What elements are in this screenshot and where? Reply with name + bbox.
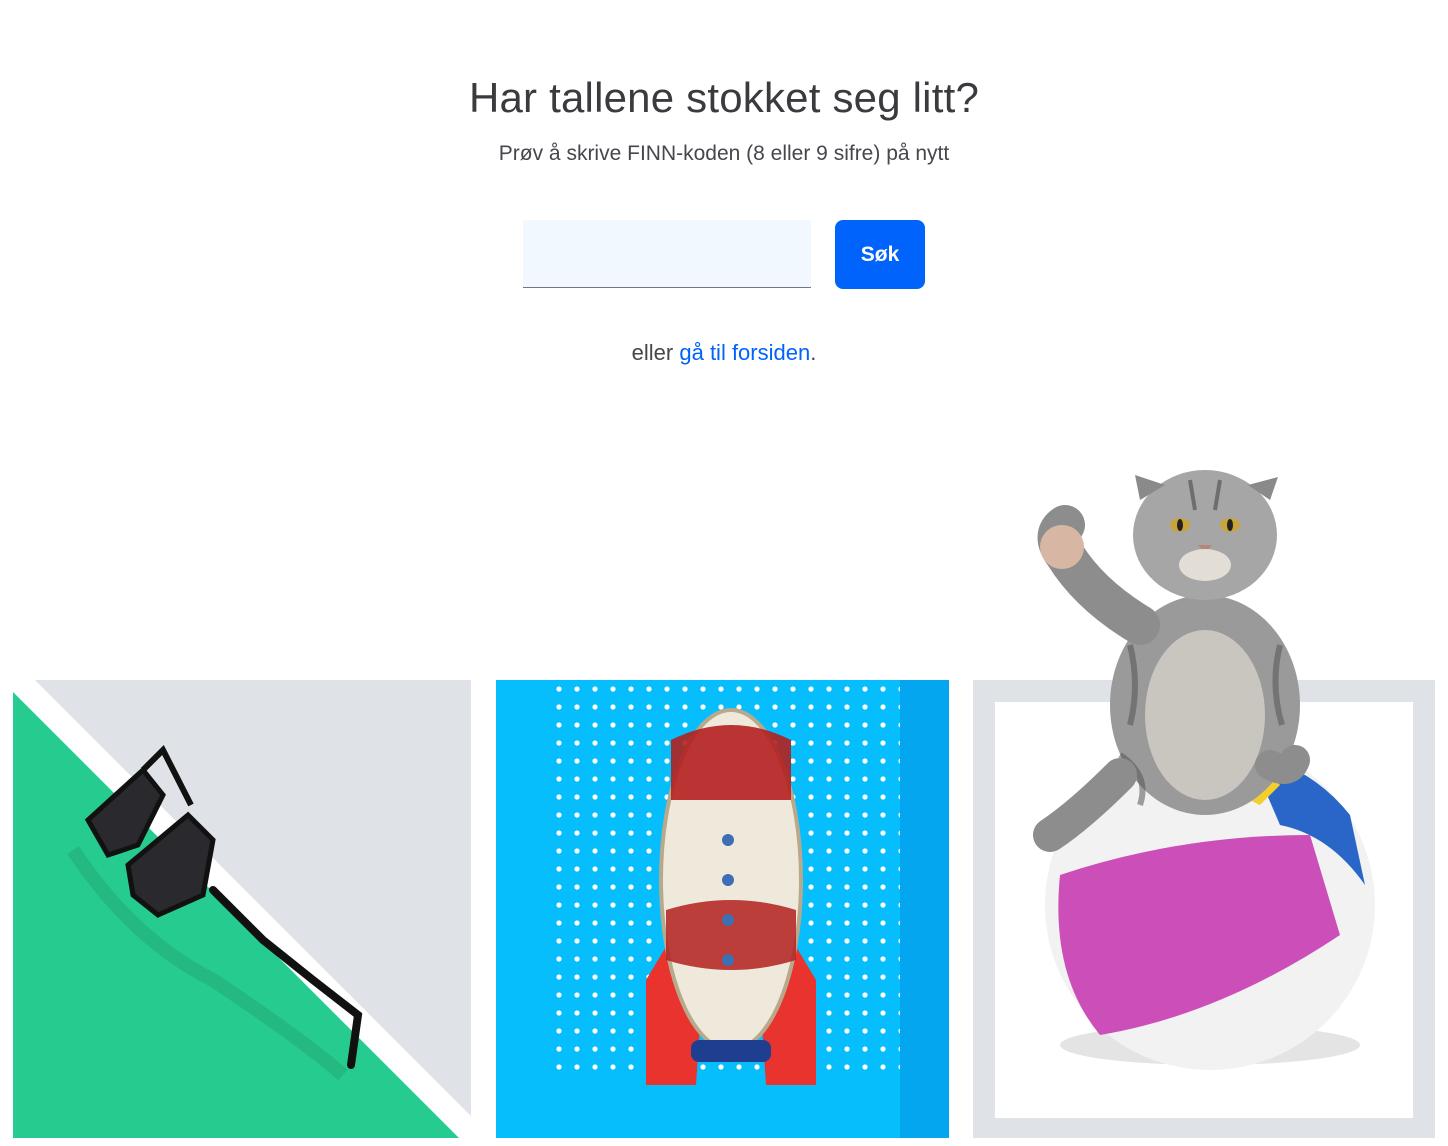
not-found-page: Har tallene stokket seg litt? Prøv å skr…	[0, 0, 1448, 1146]
sunglasses-image	[13, 680, 471, 1138]
alternative-suffix: .	[810, 340, 817, 365]
alternative-prefix: eller	[631, 340, 674, 365]
finn-code-input[interactable]	[523, 220, 811, 288]
page-subtitle: Prøv å skrive FINN-koden (8 eller 9 sifr…	[498, 142, 950, 165]
search-button[interactable]: Søk	[835, 220, 925, 289]
frontpage-link[interactable]: gå til forsiden	[679, 340, 810, 365]
rocket-toy-image	[496, 680, 949, 1138]
cat-on-beach-ball-image	[1020, 455, 1380, 1075]
page-title: Har tallene stokket seg litt?	[468, 74, 980, 121]
alternative-line: eller gå til forsiden.	[0, 340, 1448, 366]
